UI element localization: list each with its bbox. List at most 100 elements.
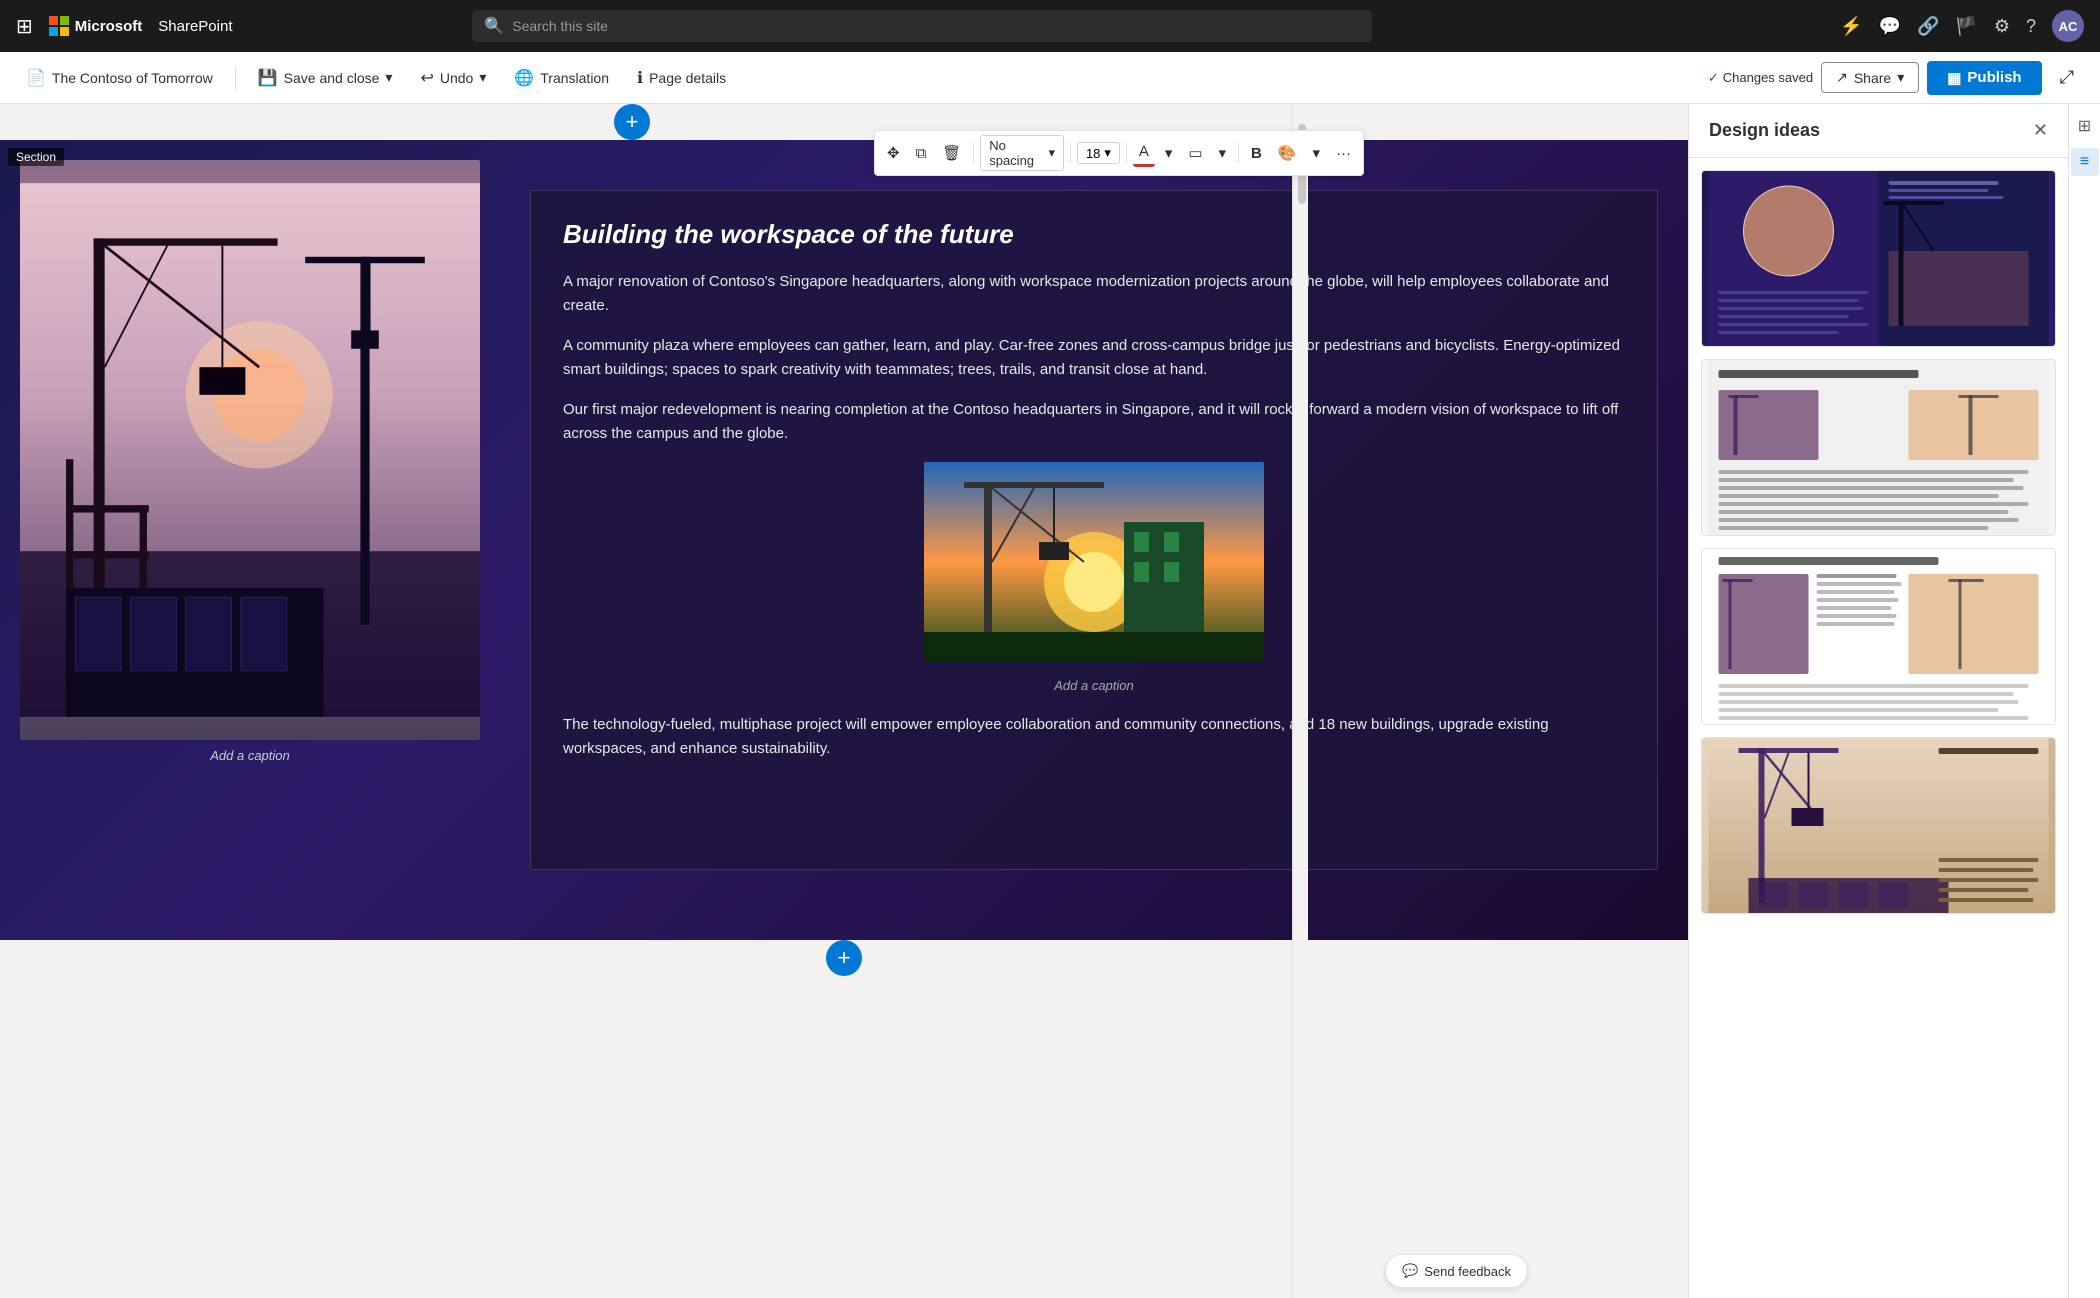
color-chevron-btn[interactable]: ▾: [1159, 140, 1179, 166]
share-icon: ↗: [1836, 69, 1848, 86]
article-body[interactable]: A major renovation of Contoso's Singapor…: [563, 270, 1625, 761]
publish-button[interactable]: ▦ Publish: [1927, 61, 2041, 95]
center-caption[interactable]: Add a caption: [563, 676, 1625, 697]
publish-label: Publish: [1967, 69, 2021, 86]
main-layout: + ✥ ⧉ 🗑 No spacing ▾ 18 ▾ A: [0, 104, 2100, 1298]
undo-btn[interactable]: ↩ Undo ▾: [410, 62, 496, 94]
save-close-label: Save and close: [284, 70, 380, 86]
translate-icon: 🌐: [514, 68, 534, 88]
toolbar-sep-2: [1070, 143, 1071, 163]
design-card-4[interactable]: [1701, 737, 2056, 914]
changes-saved-label: Changes saved: [1723, 70, 1813, 85]
add-section-top-btn[interactable]: +: [614, 104, 650, 140]
search-bar[interactable]: 🔍: [472, 10, 1372, 42]
page-title-label: The Contoso of Tomorrow: [52, 70, 213, 86]
share-icon[interactable]: 🔗: [1917, 16, 1939, 37]
left-crane-svg: [20, 160, 480, 740]
theme-chevron-btn[interactable]: ▾: [1306, 140, 1326, 166]
spacing-select[interactable]: No spacing ▾: [980, 135, 1064, 171]
right-column: Building the workspace of the future A m…: [500, 140, 1688, 940]
design-card-3[interactable]: [1701, 548, 2056, 725]
text-toolbar: ✥ ⧉ 🗑 No spacing ▾ 18 ▾ A ▾ ▭ ▾: [874, 130, 1364, 176]
page-icon: 📄: [26, 68, 46, 88]
delete-btn[interactable]: 🗑: [936, 140, 967, 166]
send-feedback-btn[interactable]: 💬 Send feedback: [1385, 1254, 1528, 1288]
feedback-label: Send feedback: [1424, 1264, 1511, 1279]
settings-icon[interactable]: ⚙: [1994, 16, 2010, 37]
avatar[interactable]: AC: [2052, 10, 2084, 42]
design-panel-title: Design ideas: [1709, 120, 1820, 141]
collapse-btn[interactable]: ⤢: [2050, 61, 2084, 94]
microsoft-logo: Microsoft: [49, 16, 143, 36]
share-chevron-icon: ▾: [1897, 69, 1904, 86]
share-button[interactable]: ↗ Share ▾: [1821, 62, 1919, 93]
highlight-btn[interactable]: ▭: [1182, 140, 1208, 166]
app-name: SharePoint: [158, 18, 232, 35]
question-icon[interactable]: ?: [2026, 16, 2036, 37]
copy-btn[interactable]: ⧉: [910, 141, 933, 166]
share-label: Share: [1854, 70, 1891, 86]
plus-icon-top: +: [626, 109, 639, 135]
undo-icon: ↩: [420, 68, 433, 88]
add-section-bottom-btn[interactable]: +: [826, 940, 862, 976]
page-title-btn[interactable]: 📄 The Contoso of Tomorrow: [16, 62, 223, 94]
article-title: Building the workspace of the future: [563, 219, 1625, 250]
microsoft-text: Microsoft: [75, 18, 143, 35]
font-size-value: 18: [1086, 146, 1100, 161]
translation-btn[interactable]: 🌐 Translation: [504, 62, 619, 94]
panel-expand-btn[interactable]: ⊞: [2071, 112, 2099, 140]
changes-saved: ✓ Changes saved: [1708, 70, 1813, 86]
save-chevron-icon: ▾: [385, 69, 392, 86]
flag-icon[interactable]: 🏴: [1955, 16, 1977, 37]
toolbar-sep-3: [1126, 143, 1127, 163]
chat-icon[interactable]: 💬: [1879, 16, 1901, 37]
translation-label: Translation: [540, 70, 609, 86]
highlight-chevron-btn[interactable]: ▾: [1213, 140, 1233, 166]
bold-btn[interactable]: B: [1245, 141, 1268, 166]
panel-design-btn[interactable]: ≡: [2071, 148, 2099, 176]
design-card-2[interactable]: [1701, 359, 2056, 536]
right-edge-panel: ⊞ ≡: [2068, 104, 2100, 1298]
toolbar-sep-1: [973, 143, 974, 163]
inline-crane-svg: [924, 462, 1264, 662]
spacing-chevron: ▾: [1049, 145, 1056, 161]
design-card-1[interactable]: [1701, 170, 2056, 347]
scrollbar[interactable]: [1292, 104, 1308, 1298]
help-icon[interactable]: ⚡: [1840, 16, 1862, 37]
design-panel: Design ideas ✕: [1688, 104, 2068, 1298]
page-details-label: Page details: [649, 70, 726, 86]
article-para-2: A community plaza where employees can ga…: [563, 334, 1625, 382]
more-options-btn[interactable]: ···: [1330, 141, 1357, 166]
article-para-3: Our first major redevelopment is nearing…: [563, 398, 1625, 446]
design-panel-close-btn[interactable]: ✕: [2033, 120, 2048, 141]
content-box[interactable]: Building the workspace of the future A m…: [530, 190, 1658, 870]
design-card-4-preview: [1702, 738, 2055, 913]
font-size-select[interactable]: 18 ▾: [1077, 142, 1120, 164]
design-panel-header: Design ideas ✕: [1689, 104, 2068, 158]
undo-label: Undo: [440, 70, 473, 86]
design-card-3-preview: [1702, 549, 2055, 724]
search-icon: 🔍: [484, 16, 504, 36]
publish-icon: ▦: [1947, 69, 1961, 87]
theme-color-btn[interactable]: 🎨: [1272, 140, 1303, 166]
move-btn[interactable]: ✥: [881, 140, 906, 166]
design-card-1-preview: [1702, 171, 2055, 346]
article-para-4: The technology-fueled, multiphase projec…: [563, 713, 1625, 761]
check-icon: ✓: [1708, 70, 1719, 86]
page-details-btn[interactable]: ℹ Page details: [627, 62, 736, 94]
separator-1: [235, 66, 236, 90]
waffle-icon[interactable]: ⊞: [16, 14, 33, 39]
font-size-chevron: ▾: [1104, 145, 1111, 161]
section-label: Section: [8, 148, 64, 166]
top-nav: ⊞ Microsoft SharePoint 🔍 ⚡ 💬 🔗 🏴 ⚙ ? AC: [0, 0, 2100, 52]
font-color-btn[interactable]: A: [1133, 139, 1155, 167]
spacing-label: No spacing: [989, 138, 1044, 168]
save-close-btn[interactable]: 💾 Save and close ▾: [248, 62, 403, 94]
left-caption[interactable]: Add a caption: [20, 748, 480, 763]
canvas-area: + ✥ ⧉ 🗑 No spacing ▾ 18 ▾ A: [0, 104, 1688, 1298]
two-col-layout: Add a caption Building the workspace of …: [0, 140, 1688, 940]
nav-icons: ⚡ 💬 🔗 🏴 ⚙ ? AC: [1840, 10, 2084, 42]
undo-chevron-icon: ▾: [479, 69, 486, 86]
design-card-2-preview: [1702, 360, 2055, 535]
search-input[interactable]: [512, 18, 1360, 34]
